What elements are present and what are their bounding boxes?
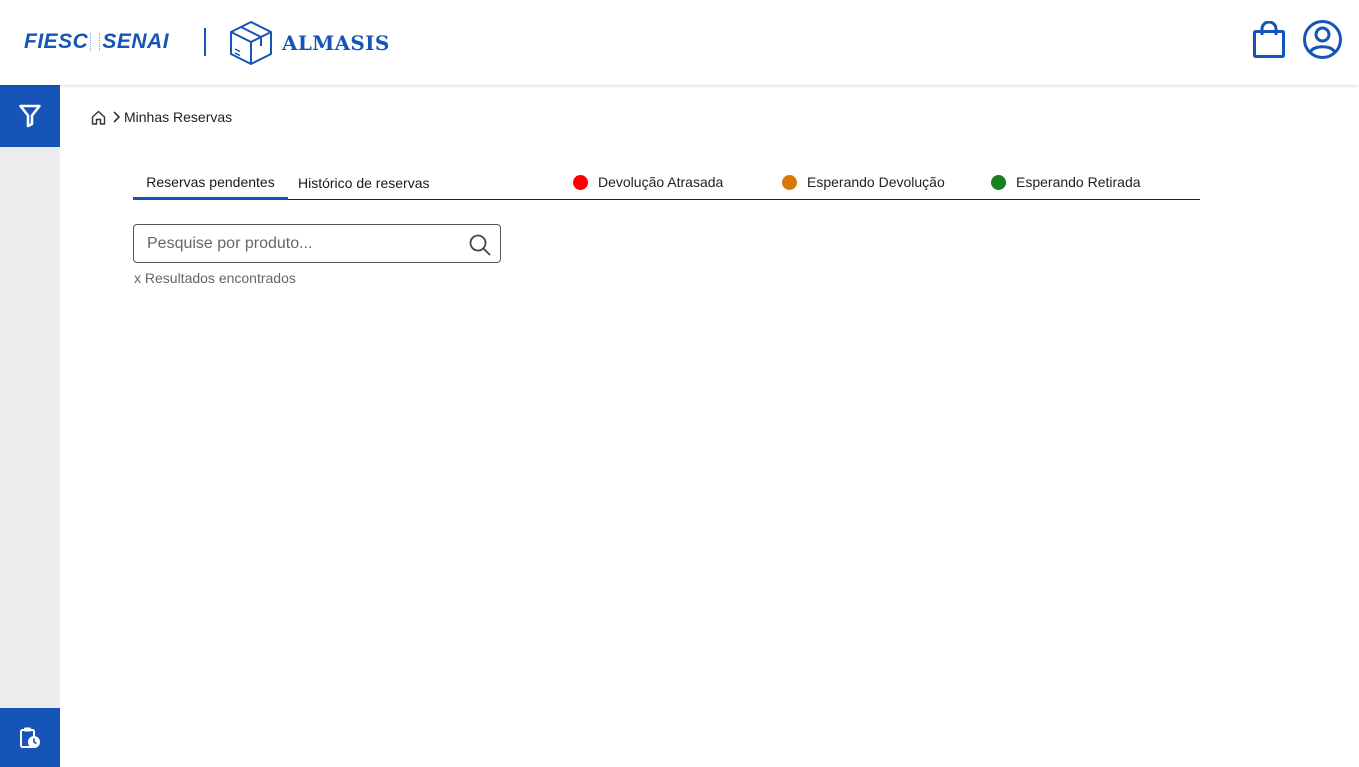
fiesc-senai-logo: FIESC SENAI xyxy=(24,30,169,54)
breadcrumb-current: Minhas Reservas xyxy=(124,109,233,125)
legend-awaiting-pickup: Esperando Retirada xyxy=(991,174,1141,190)
breadcrumb: Minhas Reservas xyxy=(90,108,232,126)
legend-label: Devolução Atrasada xyxy=(598,174,724,190)
legend-label: Esperando Devolução xyxy=(807,174,945,190)
legend-label: Esperando Retirada xyxy=(1016,174,1141,190)
app-name-logo: ALMASIS xyxy=(282,31,390,55)
sidebar xyxy=(0,85,60,767)
logo-fiesc-text: FIESC xyxy=(24,30,89,53)
app-header: FIESC SENAI ALMASIS xyxy=(0,0,1359,85)
legend-dot xyxy=(782,174,797,190)
logo-senai-text: SENAI xyxy=(102,30,170,53)
legend-dot xyxy=(991,174,1006,190)
search-icon[interactable] xyxy=(468,233,492,257)
search-box xyxy=(133,224,501,263)
home-icon[interactable] xyxy=(90,109,107,126)
legend-late-return: Devolução Atrasada xyxy=(573,174,723,190)
results-count: x Resultados encontrados xyxy=(134,270,296,286)
shopping-bag-icon[interactable] xyxy=(1252,21,1286,59)
legend-dot xyxy=(573,174,588,190)
tab-pending-reservations[interactable]: Reservas pendentes xyxy=(133,170,288,200)
tab-reservation-history[interactable]: Histórico de reservas xyxy=(298,170,430,200)
logo-divider xyxy=(204,28,206,56)
clipboard-clock-icon xyxy=(20,727,40,748)
reservations-button[interactable] xyxy=(0,708,60,767)
filter-icon xyxy=(19,104,41,128)
legend-awaiting-return: Esperando Devolução xyxy=(782,174,945,190)
filter-button[interactable] xyxy=(0,85,60,147)
search-input[interactable] xyxy=(147,226,467,261)
package-box-icon xyxy=(230,21,272,65)
user-circle-icon[interactable] xyxy=(1302,19,1343,60)
tabs-bar: Reservas pendentes Histórico de reservas… xyxy=(133,170,1200,200)
chevron-right-icon xyxy=(113,111,121,123)
logo-separator xyxy=(90,33,101,51)
